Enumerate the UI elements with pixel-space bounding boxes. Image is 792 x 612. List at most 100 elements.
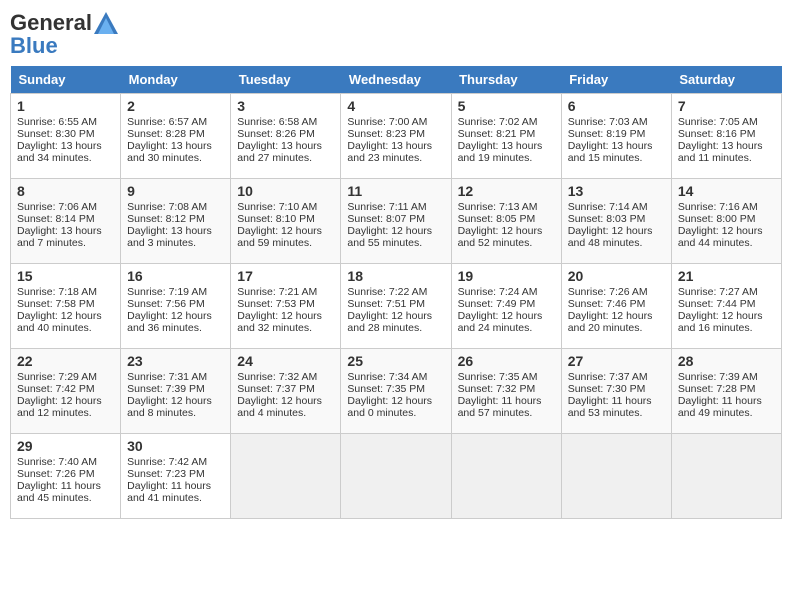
day-info: Sunrise: 7:34 AM: [347, 371, 444, 383]
day-info: and 57 minutes.: [458, 407, 555, 419]
day-info: Sunset: 7:44 PM: [678, 298, 775, 310]
day-info: Daylight: 12 hours: [678, 310, 775, 322]
day-info: Sunset: 7:28 PM: [678, 383, 775, 395]
day-info: Sunset: 7:23 PM: [127, 468, 224, 480]
day-cell-28: 28Sunrise: 7:39 AMSunset: 7:28 PMDayligh…: [671, 349, 781, 434]
day-cell-27: 27Sunrise: 7:37 AMSunset: 7:30 PMDayligh…: [561, 349, 671, 434]
day-info: and 16 minutes.: [678, 322, 775, 334]
day-number: 28: [678, 353, 775, 369]
day-cell-24: 24Sunrise: 7:32 AMSunset: 7:37 PMDayligh…: [231, 349, 341, 434]
empty-cell: [451, 434, 561, 519]
day-cell-21: 21Sunrise: 7:27 AMSunset: 7:44 PMDayligh…: [671, 264, 781, 349]
day-cell-5: 5Sunrise: 7:02 AMSunset: 8:21 PMDaylight…: [451, 94, 561, 179]
day-info: Sunset: 7:32 PM: [458, 383, 555, 395]
day-info: Daylight: 11 hours: [678, 395, 775, 407]
day-info: and 11 minutes.: [678, 152, 775, 164]
col-header-tuesday: Tuesday: [231, 66, 341, 94]
day-info: and 0 minutes.: [347, 407, 444, 419]
day-info: Daylight: 13 hours: [458, 140, 555, 152]
day-cell-13: 13Sunrise: 7:14 AMSunset: 8:03 PMDayligh…: [561, 179, 671, 264]
day-info: Sunrise: 7:10 AM: [237, 201, 334, 213]
day-number: 6: [568, 98, 665, 114]
empty-cell: [671, 434, 781, 519]
day-info: and 3 minutes.: [127, 237, 224, 249]
day-number: 18: [347, 268, 444, 284]
day-info: Sunrise: 7:21 AM: [237, 286, 334, 298]
day-number: 2: [127, 98, 224, 114]
day-info: and 41 minutes.: [127, 492, 224, 504]
day-number: 17: [237, 268, 334, 284]
day-info: Sunrise: 7:06 AM: [17, 201, 114, 213]
day-info: and 36 minutes.: [127, 322, 224, 334]
day-number: 20: [568, 268, 665, 284]
day-info: Daylight: 13 hours: [17, 225, 114, 237]
day-info: and 12 minutes.: [17, 407, 114, 419]
day-info: Sunset: 7:56 PM: [127, 298, 224, 310]
day-info: Sunrise: 7:31 AM: [127, 371, 224, 383]
day-cell-22: 22Sunrise: 7:29 AMSunset: 7:42 PMDayligh…: [11, 349, 121, 434]
day-info: Sunset: 8:23 PM: [347, 128, 444, 140]
day-info: and 32 minutes.: [237, 322, 334, 334]
day-number: 30: [127, 438, 224, 454]
day-info: Sunset: 8:21 PM: [458, 128, 555, 140]
day-info: Sunset: 7:30 PM: [568, 383, 665, 395]
day-info: and 55 minutes.: [347, 237, 444, 249]
day-number: 23: [127, 353, 224, 369]
day-info: Sunset: 8:05 PM: [458, 213, 555, 225]
day-info: Daylight: 12 hours: [237, 395, 334, 407]
day-cell-17: 17Sunrise: 7:21 AMSunset: 7:53 PMDayligh…: [231, 264, 341, 349]
day-info: Daylight: 12 hours: [127, 310, 224, 322]
day-info: Sunrise: 6:57 AM: [127, 116, 224, 128]
day-info: Sunrise: 7:37 AM: [568, 371, 665, 383]
day-cell-8: 8 Sunrise: 7:06 AMSunset: 8:14 PMDaylight…: [11, 179, 121, 264]
day-info: and 40 minutes.: [17, 322, 114, 334]
day-number: 26: [458, 353, 555, 369]
day-info: Sunset: 8:30 PM: [17, 128, 114, 140]
day-info: Sunset: 8:19 PM: [568, 128, 665, 140]
day-number: 1: [17, 98, 114, 114]
day-info: Sunrise: 6:55 AM: [17, 116, 114, 128]
day-info: Sunset: 8:12 PM: [127, 213, 224, 225]
day-info: Daylight: 12 hours: [458, 310, 555, 322]
day-info: Sunrise: 7:18 AM: [17, 286, 114, 298]
day-info: Sunset: 8:26 PM: [237, 128, 334, 140]
day-info: and 52 minutes.: [458, 237, 555, 249]
day-info: Daylight: 12 hours: [568, 310, 665, 322]
day-cell-3: 3Sunrise: 6:58 AMSunset: 8:26 PMDaylight…: [231, 94, 341, 179]
day-number: 9: [127, 183, 224, 199]
day-info: Sunset: 8:14 PM: [17, 213, 114, 225]
day-number: 12: [458, 183, 555, 199]
day-info: Sunset: 7:35 PM: [347, 383, 444, 395]
logo: General Blue: [10, 10, 120, 58]
day-number: 21: [678, 268, 775, 284]
day-info: Daylight: 12 hours: [347, 395, 444, 407]
day-info: Sunrise: 7:40 AM: [17, 456, 114, 468]
day-info: and 53 minutes.: [568, 407, 665, 419]
day-cell-12: 12Sunrise: 7:13 AMSunset: 8:05 PMDayligh…: [451, 179, 561, 264]
day-info: Daylight: 12 hours: [347, 225, 444, 237]
day-info: Sunset: 7:51 PM: [347, 298, 444, 310]
day-number: 8: [17, 183, 114, 199]
col-header-friday: Friday: [561, 66, 671, 94]
day-number: 13: [568, 183, 665, 199]
day-cell-26: 26Sunrise: 7:35 AMSunset: 7:32 PMDayligh…: [451, 349, 561, 434]
day-cell-19: 19Sunrise: 7:24 AMSunset: 7:49 PMDayligh…: [451, 264, 561, 349]
day-number: 11: [347, 183, 444, 199]
day-number: 5: [458, 98, 555, 114]
day-info: Sunrise: 7:13 AM: [458, 201, 555, 213]
day-cell-2: 2Sunrise: 6:57 AMSunset: 8:28 PMDaylight…: [121, 94, 231, 179]
day-info: Sunrise: 7:35 AM: [458, 371, 555, 383]
day-info: Sunset: 8:16 PM: [678, 128, 775, 140]
day-cell-7: 7Sunrise: 7:05 AMSunset: 8:16 PMDaylight…: [671, 94, 781, 179]
day-info: Sunrise: 6:58 AM: [237, 116, 334, 128]
day-info: Daylight: 11 hours: [127, 480, 224, 492]
day-number: 27: [568, 353, 665, 369]
day-info: and 7 minutes.: [17, 237, 114, 249]
day-number: 25: [347, 353, 444, 369]
day-cell-15: 15Sunrise: 7:18 AMSunset: 7:58 PMDayligh…: [11, 264, 121, 349]
day-info: Sunrise: 7:14 AM: [568, 201, 665, 213]
day-info: Sunrise: 7:05 AM: [678, 116, 775, 128]
col-header-sunday: Sunday: [11, 66, 121, 94]
day-info: Sunset: 8:10 PM: [237, 213, 334, 225]
day-info: Sunrise: 7:29 AM: [17, 371, 114, 383]
